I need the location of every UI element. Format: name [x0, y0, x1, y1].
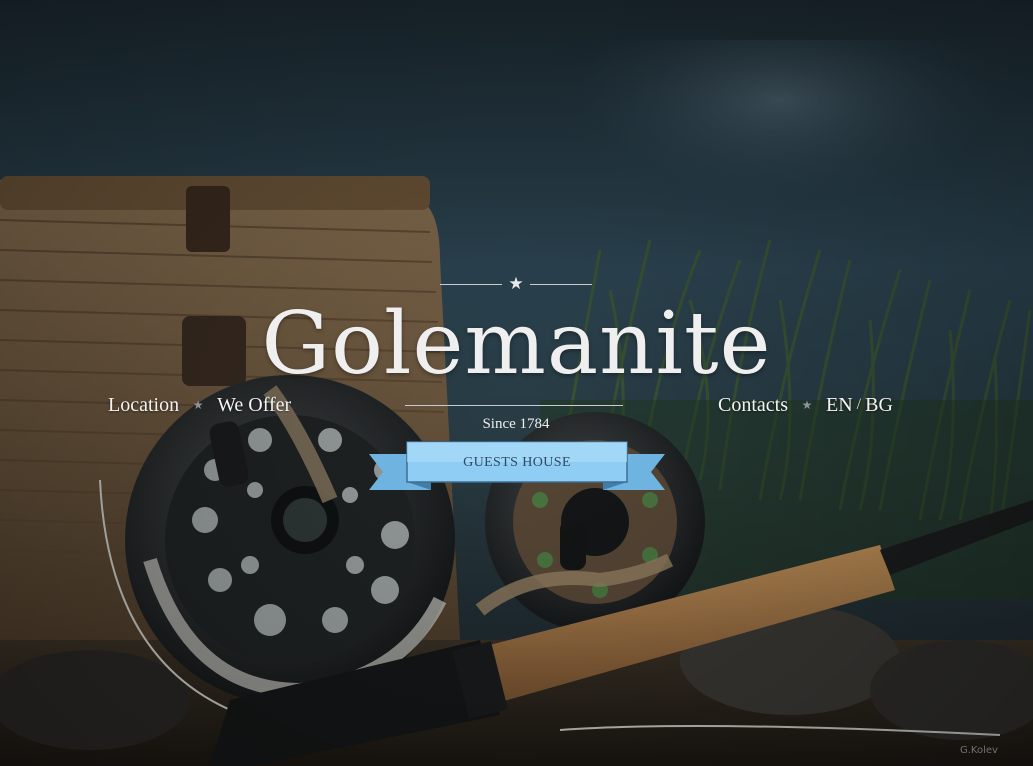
photo-credit: G.Kolev: [960, 745, 998, 756]
ornament-line-left: [440, 284, 502, 285]
star-icon: ★: [801, 398, 813, 412]
nav-left: Location ★ We Offer: [108, 392, 291, 418]
star-icon: ★: [508, 274, 524, 294]
ornament-line-right: [530, 284, 592, 285]
nav-link-contacts[interactable]: Contacts: [718, 392, 788, 418]
language-switcher: EN / BG: [826, 392, 893, 418]
nav-right: Contacts ★ EN / BG: [718, 392, 893, 418]
site-title[interactable]: Golemanite: [200, 294, 833, 394]
guests-house-ribbon[interactable]: GUESTS HOUSE: [369, 440, 665, 494]
logo-ornament: ★: [440, 274, 592, 294]
nav-link-we-offer[interactable]: We Offer: [217, 392, 291, 418]
lang-bg-link[interactable]: BG: [865, 392, 893, 418]
ribbon-label: GUESTS HOUSE: [463, 455, 571, 470]
title-underline: [405, 405, 623, 406]
lang-en-link[interactable]: EN: [826, 392, 853, 418]
star-icon: ★: [192, 398, 204, 412]
nav-link-location[interactable]: Location: [108, 392, 179, 418]
since-text: Since 1784: [482, 416, 550, 432]
lang-separator: /: [856, 396, 862, 413]
